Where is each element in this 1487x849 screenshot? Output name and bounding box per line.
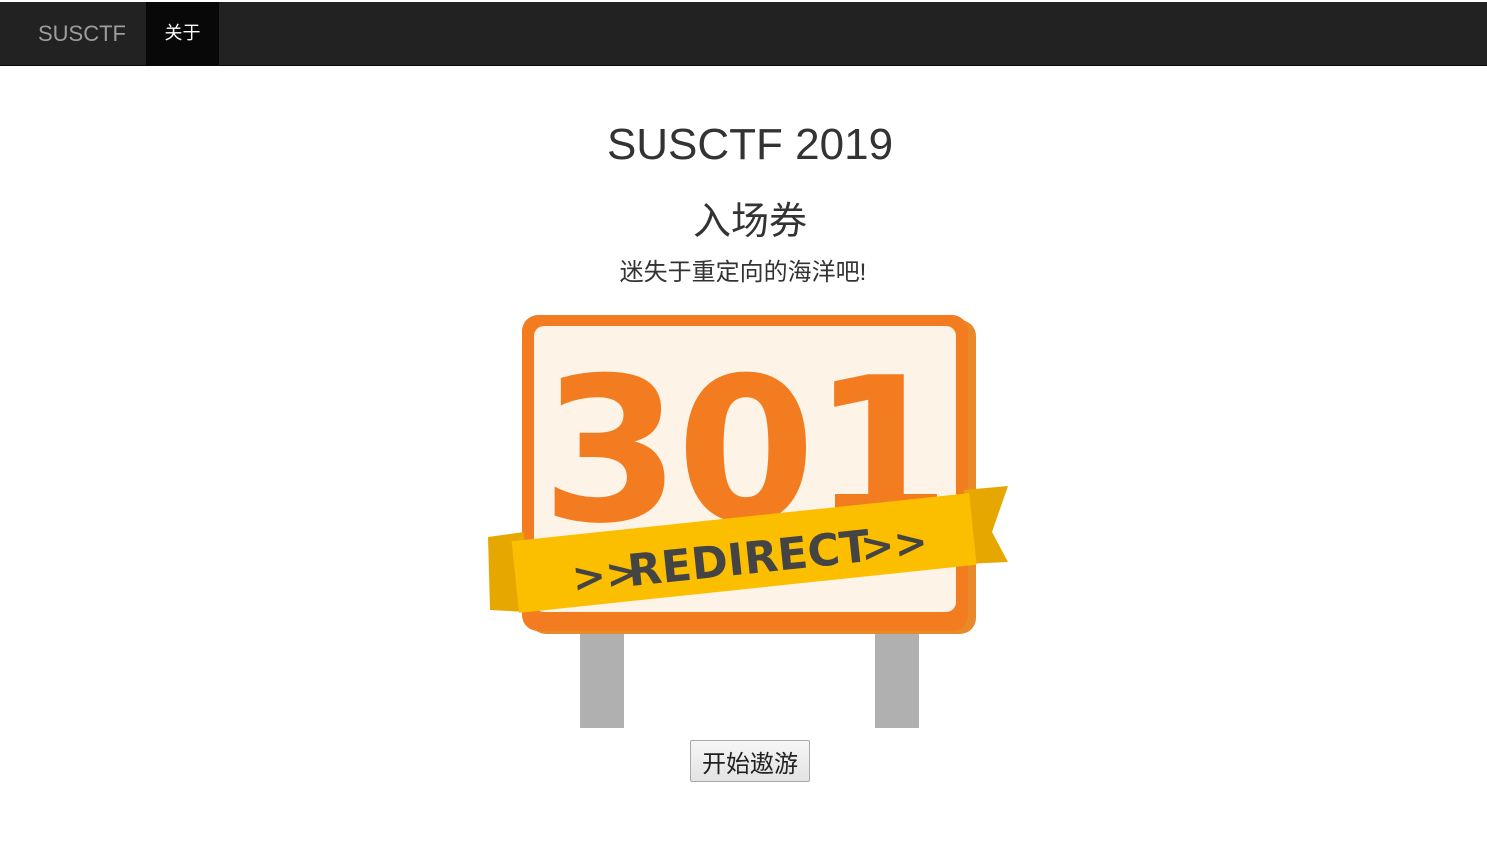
sign-post-right xyxy=(875,628,919,728)
sign-post-left xyxy=(580,628,624,728)
banner-right-arrows: >> xyxy=(858,519,929,572)
page-subtitle: 入场券 xyxy=(692,201,807,243)
brand-link[interactable]: SUSCTF xyxy=(20,2,144,65)
tagline: 迷失于重定向的海洋吧! xyxy=(619,259,867,286)
start-button[interactable]: 开始遨游 xyxy=(690,740,810,782)
redirect-sign-illustration: 301 >> REDIRECT >> xyxy=(488,315,1008,728)
page-title: SUSCTF 2019 xyxy=(606,120,894,169)
nav-item-about[interactable]: 关于 xyxy=(146,2,219,65)
navbar: SUSCTF 关于 xyxy=(0,2,1487,66)
